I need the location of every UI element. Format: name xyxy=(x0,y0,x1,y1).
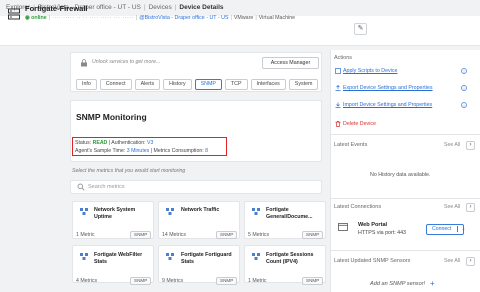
delete-device-button[interactable]: Delete Device xyxy=(343,121,376,127)
auth-value-link[interactable]: V3 xyxy=(147,140,153,146)
metrics-prompt: Select the metrics that you would start … xyxy=(72,168,186,174)
sample-value-link[interactable]: 3 Minutes xyxy=(127,148,150,154)
chevron-down-icon: ⌄ xyxy=(457,226,466,232)
tab-system[interactable]: System xyxy=(288,79,319,90)
status-value: READ xyxy=(92,140,108,146)
add-sensor-plus-icon[interactable]: + xyxy=(430,279,435,288)
network-icon xyxy=(166,253,174,260)
snmp-badge: SNMP xyxy=(216,231,238,239)
apply-scripts-link[interactable]: Apply Scripts to Device xyxy=(343,68,397,74)
metric-title: Network Traffic xyxy=(181,207,220,213)
network-icon xyxy=(80,208,88,215)
pencil-icon: ✎ xyxy=(357,25,364,32)
tab-history[interactable]: History xyxy=(163,79,192,90)
metric-count: 9 Metrics xyxy=(162,278,184,284)
search-placeholder: Search metrics xyxy=(88,184,125,190)
snmp-sample-line: Agent's Sample Time: 3 Minutes | Metrics… xyxy=(75,148,208,154)
snmp-status-line: Status: READ | Authentication: V3 xyxy=(75,140,153,146)
network-icon xyxy=(252,253,260,260)
metric-count: 1 Metric xyxy=(248,278,267,284)
device-vendor: VMware xyxy=(233,15,254,21)
metric-count: 5 Metrics xyxy=(248,232,270,238)
tab-snmp[interactable]: SNMP xyxy=(194,79,222,90)
script-icon xyxy=(335,68,341,74)
snmp-badge: SNMP xyxy=(302,231,324,239)
divider xyxy=(330,198,480,199)
access-manager-button[interactable]: Access Manager xyxy=(262,57,319,69)
device-tabs: Info Connect Alerts History SNMP TCP Int… xyxy=(76,79,319,90)
events-chevron-right-icon[interactable]: › xyxy=(466,141,475,150)
export-settings-link[interactable]: Export Device Settings and Properties xyxy=(343,85,433,91)
actions-heading: Actions xyxy=(334,55,353,61)
device-status: online xyxy=(31,15,47,21)
import-settings-link[interactable]: Import Device Settings and Properties xyxy=(343,102,432,108)
latest-connections-heading: Latest Connections xyxy=(334,204,382,210)
metric-title: Fortigate Sessions Count (IPV4) xyxy=(266,252,314,265)
network-icon xyxy=(80,253,88,260)
unlock-services-text: Unlock services to get more... xyxy=(92,59,161,65)
no-history-text: No History data available. xyxy=(370,172,431,178)
connection-subtitle: HTTPS via port: 443 xyxy=(358,230,406,236)
metric-count: 4 Metrics xyxy=(76,278,98,284)
network-icon xyxy=(166,208,174,215)
snmp-badge: SNMP xyxy=(302,277,324,285)
connections-see-all-link[interactable]: See All xyxy=(444,204,460,210)
lock-icon xyxy=(81,59,87,67)
info-icon[interactable]: i xyxy=(461,102,467,108)
info-icon[interactable]: i xyxy=(461,68,467,74)
events-see-all-link[interactable]: See All xyxy=(444,142,460,148)
latest-sensors-heading: Latest Updated SNMP Sensors xyxy=(334,258,411,264)
metric-title: Fortigate Fortiguard Stats xyxy=(181,252,232,265)
status-online-icon: ◉ xyxy=(25,15,30,21)
status-label: Status: xyxy=(75,140,92,146)
tab-alerts[interactable]: Alerts xyxy=(134,79,161,90)
metric-title: Network System Uptime xyxy=(94,207,136,220)
connect-label: Connect xyxy=(432,226,452,232)
sensors-chevron-right-icon[interactable]: › xyxy=(466,257,475,266)
metric-title: Fortigate General/Docume... xyxy=(266,207,313,220)
latest-events-heading: Latest Events xyxy=(334,142,368,148)
search-icon xyxy=(77,183,85,191)
sample-label: Agent's Sample Time: xyxy=(75,148,126,154)
connect-button[interactable]: Connect ⌄ xyxy=(426,224,466,235)
metric-count: 14 Metrics xyxy=(162,232,186,238)
metric-count: 1 Metric xyxy=(76,232,95,238)
metric-title: Fortigate WebFilter Stats xyxy=(94,252,143,265)
snmp-badge: SNMP xyxy=(130,277,152,285)
tab-interfaces[interactable]: Interfaces xyxy=(250,79,286,90)
export-icon xyxy=(335,85,341,91)
device-name: Fortigate-Firewall xyxy=(25,4,88,13)
breadcrumb-devices[interactable]: Devices xyxy=(149,4,172,11)
device-location-link[interactable]: @BistroVista - Draper office - UT - US xyxy=(139,15,228,21)
browser-icon xyxy=(338,223,348,231)
add-snmp-sensor-text: Add an SNMP sensor! xyxy=(370,281,426,287)
connection-title: Web Portal xyxy=(358,222,388,228)
edit-device-button[interactable]: ✎ xyxy=(354,23,367,35)
snmp-badge: SNMP xyxy=(216,277,238,285)
server-icon xyxy=(8,8,20,20)
connections-chevron-right-icon[interactable]: › xyxy=(466,203,475,212)
sensors-see-all-link[interactable]: See All xyxy=(444,258,460,264)
consumption-label: | Metrics Consumption: xyxy=(150,148,204,154)
breadcrumb-current: Device Details xyxy=(179,4,224,11)
divider xyxy=(330,250,480,251)
network-icon xyxy=(252,208,260,215)
tab-connect[interactable]: Connect xyxy=(99,79,132,90)
divider xyxy=(330,134,480,135)
tab-tcp[interactable]: TCP xyxy=(224,79,248,90)
trash-icon xyxy=(335,121,341,127)
snmp-title: SNMP Monitoring xyxy=(76,112,147,122)
breadcrumb-separator: | xyxy=(174,4,177,11)
auth-label: | Authentication: xyxy=(108,140,146,146)
snmp-badge: SNMP xyxy=(130,231,152,239)
device-obscured-id: ···· ····· ·· ·· ···· ····· ··· ····· xyxy=(52,15,134,21)
breadcrumb-separator: | xyxy=(143,4,146,11)
consumption-value-link[interactable]: 8 xyxy=(205,148,208,154)
info-icon[interactable]: i xyxy=(461,85,467,91)
device-meta: ◉ online | ···· ····· ·· ·· ···· ····· ···… xyxy=(25,15,296,21)
tab-info[interactable]: Info xyxy=(76,79,97,90)
import-icon xyxy=(335,102,341,108)
device-type: Virtual Machine xyxy=(258,15,296,21)
